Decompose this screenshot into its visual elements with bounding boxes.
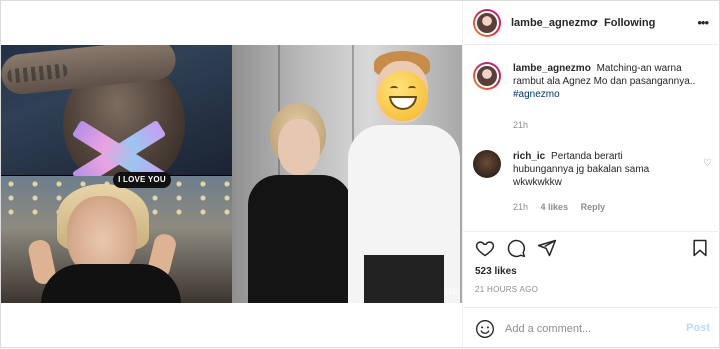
photo-bottom-left bbox=[1, 176, 232, 303]
collage-left: I LOVE YOU bbox=[1, 45, 232, 303]
comments-section[interactable]: lambe_agnezmo Matching-an warna rambut a… bbox=[463, 46, 720, 231]
hashtag-link[interactable]: #agnezmo bbox=[513, 89, 560, 100]
post-media[interactable]: I LOVE YOU de bbox=[1, 45, 462, 303]
emoji-mouth bbox=[389, 96, 417, 110]
separator-dot: • bbox=[594, 16, 598, 28]
tattoo bbox=[6, 63, 68, 84]
share-icon[interactable] bbox=[537, 238, 557, 258]
add-comment-bar: Post bbox=[463, 307, 720, 349]
following-button[interactable]: Following bbox=[604, 17, 655, 29]
woman-face bbox=[278, 119, 320, 175]
comment-row: rich_ic Pertanda berarti hubungannya jg … bbox=[473, 150, 712, 220]
commenter-username[interactable]: rich_ic bbox=[513, 151, 545, 162]
action-bar bbox=[463, 231, 720, 258]
watermark: de bbox=[445, 285, 458, 297]
comment-meta: 21h 4 likes Reply bbox=[513, 202, 615, 212]
caption-avatar[interactable] bbox=[473, 62, 501, 90]
man-pants bbox=[364, 255, 444, 303]
grin-emoji-icon bbox=[378, 71, 428, 121]
save-icon[interactable] bbox=[690, 238, 710, 258]
photo-top-left bbox=[1, 45, 232, 189]
i-love-you-sign: I LOVE YOU bbox=[113, 172, 171, 188]
caption-meta: 21h bbox=[513, 120, 538, 130]
caption-row: lambe_agnezmo Matching-an warna rambut a… bbox=[473, 62, 712, 134]
photo-right-couple: de bbox=[232, 45, 462, 303]
comment-icon[interactable] bbox=[506, 238, 526, 258]
black-top bbox=[41, 264, 181, 303]
reply-button[interactable]: Reply bbox=[581, 202, 606, 212]
add-comment-input[interactable] bbox=[505, 320, 665, 338]
post-timestamp: 21 HOURS AGO bbox=[475, 285, 539, 294]
comment-time: 21h bbox=[513, 202, 529, 212]
emoji-eye bbox=[390, 86, 398, 91]
woman-black-suit bbox=[248, 175, 352, 303]
instagram-post-modal: I LOVE YOU de lambe_agnezmo • Following … bbox=[0, 0, 720, 349]
caption-text: lambe_agnezmo Matching-an warna rambut a… bbox=[513, 62, 713, 101]
comment-text: rich_ic Pertanda berarti hubungannya jg … bbox=[513, 150, 685, 189]
caption-username[interactable]: lambe_agnezmo bbox=[513, 63, 591, 74]
emoji-icon[interactable] bbox=[475, 319, 495, 339]
caption-time: 21h bbox=[513, 120, 529, 130]
post-comment-button[interactable]: Post bbox=[686, 322, 710, 334]
post-side-panel: lambe_agnezmo • Following ••• lambe_agne… bbox=[462, 1, 720, 349]
header-username[interactable]: lambe_agnezmo bbox=[511, 17, 597, 29]
post-header: lambe_agnezmo • Following ••• bbox=[463, 1, 720, 45]
more-icon[interactable]: ••• bbox=[697, 15, 709, 30]
avatar-image bbox=[475, 64, 499, 88]
avatar[interactable] bbox=[473, 9, 501, 37]
comment-likes-count[interactable]: 4 likes bbox=[541, 202, 569, 212]
emoji-eye bbox=[408, 86, 416, 91]
heart-icon[interactable] bbox=[475, 238, 495, 258]
commenter-avatar[interactable] bbox=[473, 150, 501, 178]
likes-count[interactable]: 523 likes bbox=[475, 266, 517, 277]
comment-like-heart-icon[interactable]: ♡ bbox=[703, 158, 712, 169]
avatar-image bbox=[475, 11, 499, 35]
